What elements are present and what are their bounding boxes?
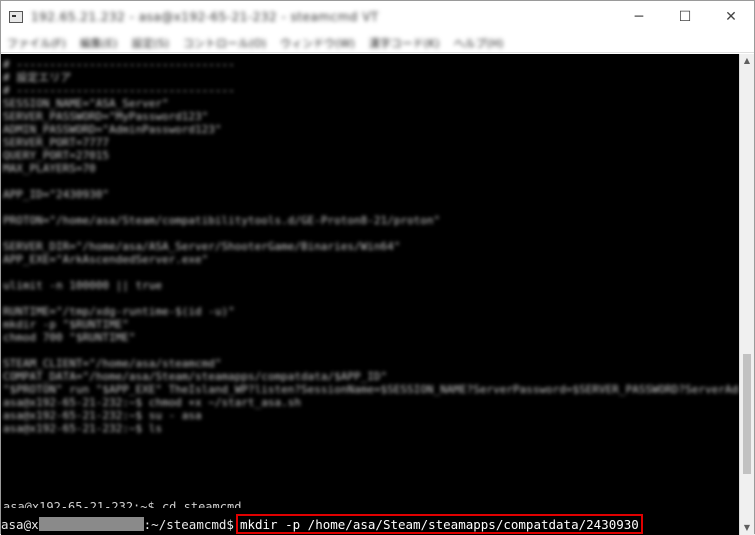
terminal-line: RUNTIME="/tmp/xdg-runtime-$(id -u)" (3, 305, 235, 318)
terminal-line: SERVER_DIR="/home/asa/ASA_Server/Shooter… (3, 240, 401, 253)
menu-control[interactable]: コントロール(O) (183, 35, 266, 51)
window-title: 192.65.21.232 - asa@x192-65-21-232 - ste… (31, 10, 379, 24)
terminal-line: SERVER_PASSWORD="MyPassword123" (3, 110, 209, 123)
terminal-line: APP_ID="2430930" (3, 188, 109, 201)
terminal-line: STEAM_CLIENT="/home/asa/steamcmd" (3, 357, 222, 370)
terminal-line-cd: asa@x192-65-21-232:~$ cd steamcmd (3, 500, 242, 508)
menu-edit[interactable]: 編集(E) (80, 35, 118, 51)
menu-file[interactable]: ファイル(F) (7, 35, 66, 51)
menu-bar: ファイル(F) 編集(E) 設定(S) コントロール(O) ウィンドウ(W) 漢… (1, 33, 754, 53)
highlighted-command: mkdir -p /home/asa/Steam/steamapps/compa… (235, 514, 643, 534)
terminal-app-icon[interactable] (9, 11, 23, 23)
prompt-path: :~/steamcmd$ (143, 516, 234, 532)
terminal-line: ulimit -n 100000 || true (3, 279, 162, 292)
menu-help[interactable]: ヘルプ(H) (454, 35, 504, 51)
terminal-line: APP_EXE="ArkAscendedServer.exe" (3, 253, 209, 266)
terminal-line: # --------------------------------- (3, 58, 235, 71)
window-controls: ─ ☐ ✕ (616, 1, 754, 33)
minimize-button[interactable]: ─ (616, 1, 662, 33)
terminal-prompt-line: asa@x :~/steamcmd$ mkdir -p /home/asa/Stea… (1, 514, 643, 534)
terminal-line: SERVER_PORT=7777 (3, 136, 109, 149)
terminal-line: # --------------------------------- (3, 84, 235, 97)
terminal-line: asa@x192-65-21-232:~$ ls (3, 422, 162, 435)
terminal-area[interactable]: # --------------------------------- # 設定エ… (1, 54, 741, 535)
terminal-line: COMPAT_DATA="/home/asa/Steam/steamapps/c… (3, 370, 388, 383)
title-bar[interactable]: 192.65.21.232 - asa@x192-65-21-232 - ste… (1, 1, 754, 33)
prompt-user: asa@x (1, 516, 39, 532)
scrollbar-thumb[interactable] (743, 354, 751, 474)
maximize-button[interactable]: ☐ (662, 1, 708, 33)
terminal-line: asa@x192-65-21-232:~$ su - asa (3, 409, 202, 422)
terminal-line: asa@x192-65-21-232:~$ chmod +x ~/start_a… (3, 396, 302, 409)
terminal-line: MAX_PLAYERS=70 (3, 162, 96, 175)
terminal-line: chmod 700 "$RUNTIME" (3, 331, 136, 344)
vertical-scrollbar[interactable]: ▲ ▼ (739, 54, 754, 535)
terminal-line: ADMIN_PASSWORD="AdminPassword123" (3, 123, 222, 136)
menu-kanji-code[interactable]: 漢字コード(K) (369, 35, 440, 51)
terminal-line: "$PROTON" run "$APP_EXE" TheIsland_WP?li… (3, 383, 739, 396)
terminal-line: QUERY_PORT=27015 (3, 149, 109, 162)
menu-settings[interactable]: 設定(S) (131, 35, 169, 51)
terminal-line: # 設定エリア (3, 71, 72, 84)
terminal-output-blurred: # --------------------------------- # 設定エ… (3, 58, 739, 435)
terminal-window: 192.65.21.232 - asa@x192-65-21-232 - ste… (0, 0, 755, 535)
terminal-line: SESSION_NAME="ASA_Server" (3, 97, 169, 110)
scroll-up-icon[interactable]: ▲ (740, 54, 754, 68)
menu-window[interactable]: ウィンドウ(W) (280, 35, 354, 51)
redacted-hostname (38, 517, 144, 531)
close-button[interactable]: ✕ (708, 1, 754, 33)
terminal-line: mkdir -p "$RUNTIME" (3, 318, 129, 331)
terminal-line: PROTON="/home/asa/Steam/compatibilitytoo… (3, 214, 441, 227)
scroll-down-icon[interactable]: ▼ (740, 521, 754, 535)
